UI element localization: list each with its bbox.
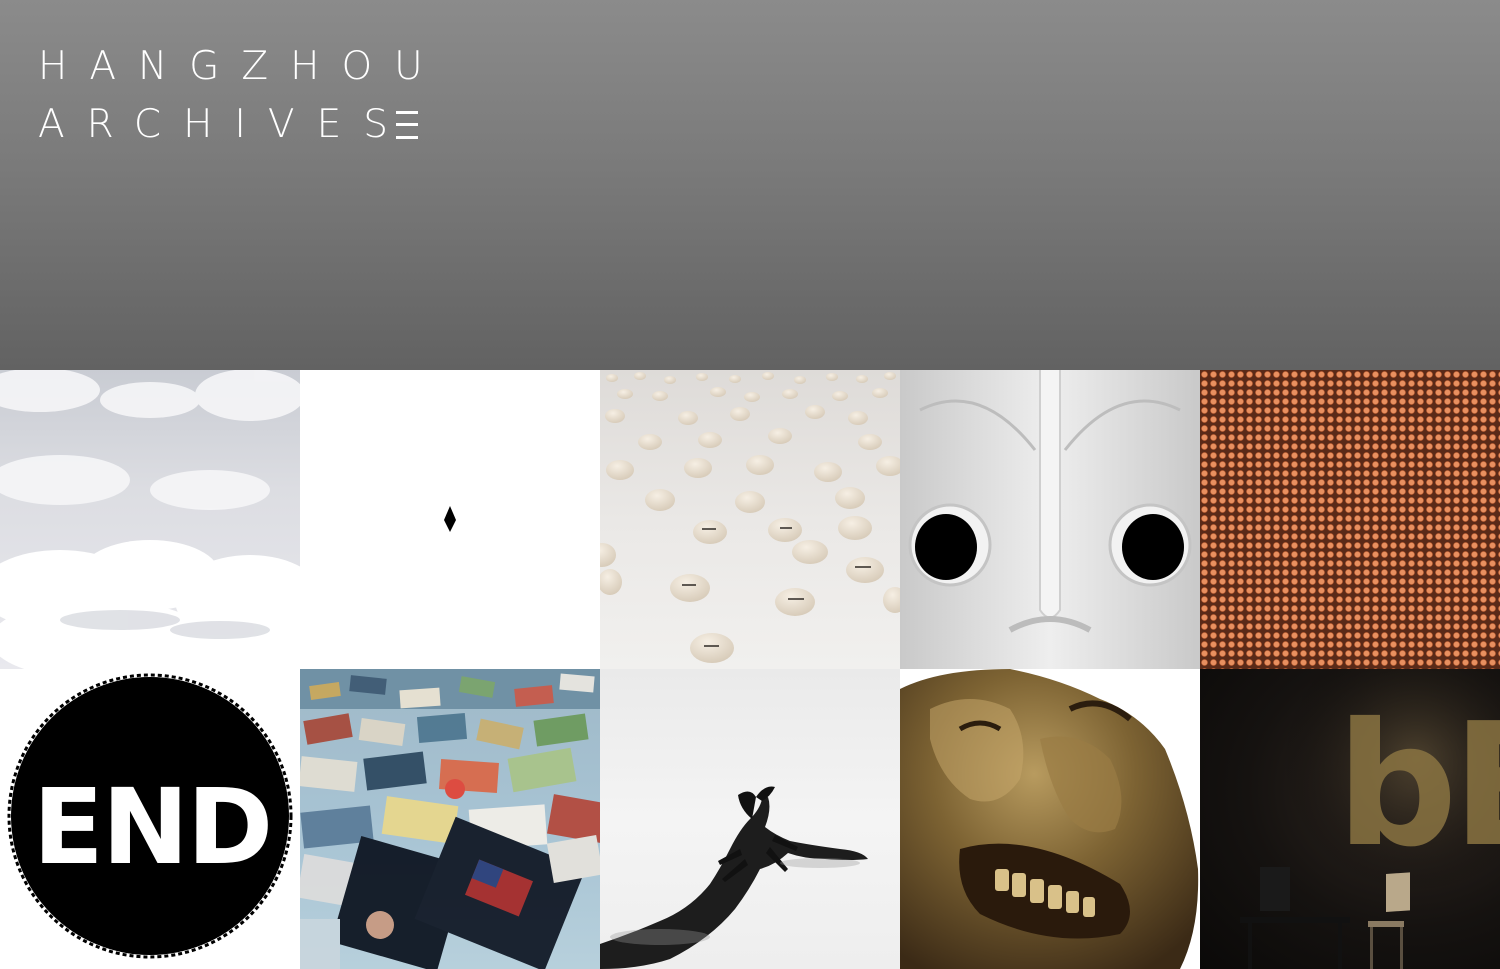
scorpion-image	[600, 786, 868, 969]
face-image	[900, 370, 1200, 669]
logo-line-1: HANGZHOU	[38, 44, 445, 89]
bronze-face-image	[900, 669, 1199, 969]
dark-room-image: bE	[1200, 669, 1500, 969]
artwork-tile-dark-room[interactable]: bE	[1200, 669, 1500, 969]
artwork-tile-clouds[interactable]	[0, 370, 300, 669]
clouds-image	[0, 370, 300, 669]
photos-image	[300, 669, 600, 969]
artwork-tile-face[interactable]	[900, 370, 1200, 669]
artwork-tile-domes[interactable]	[600, 370, 900, 669]
wall-text: bE	[1336, 687, 1500, 885]
menu-icon[interactable]	[395, 111, 418, 139]
artwork-grid: END b	[0, 370, 1500, 969]
artwork-tile-scorpion[interactable]	[600, 669, 900, 969]
logo-line-2-wrap: ARCHIVES	[38, 96, 445, 154]
artwork-tile-bronze[interactable]	[900, 669, 1200, 969]
end-image: END	[7, 673, 293, 959]
logo-line-2: ARCHIVES	[38, 102, 410, 147]
diamond-image	[444, 506, 456, 532]
end-text: END	[33, 766, 271, 888]
site-logo[interactable]: HANGZHOU ARCHIVES	[38, 38, 445, 154]
site-header: HANGZHOU ARCHIVES	[0, 0, 1500, 370]
artwork-tile-end[interactable]: END	[0, 669, 300, 969]
domes-image	[600, 372, 900, 663]
artwork-tile-pattern[interactable]	[1200, 370, 1500, 669]
artwork-tile-photos[interactable]	[300, 669, 600, 969]
artwork-tile-diamond[interactable]	[300, 370, 600, 669]
